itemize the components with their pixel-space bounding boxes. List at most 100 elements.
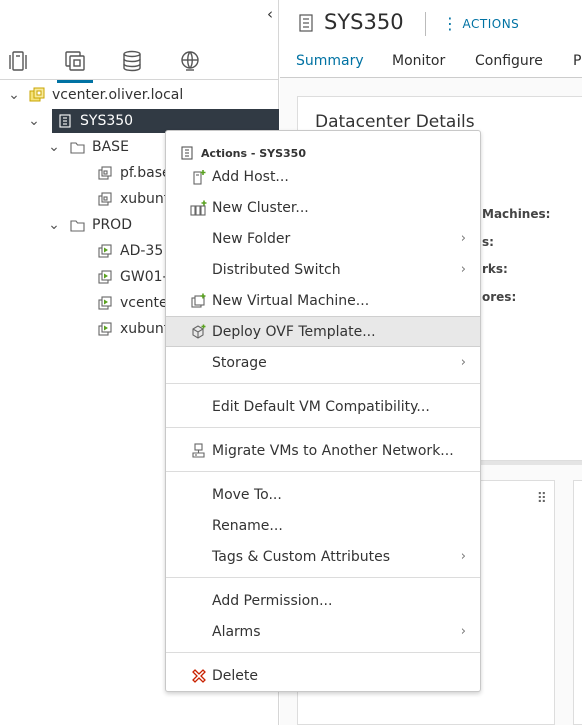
menu-item-label: Delete: [212, 667, 258, 684]
tree-toggle-datacenter[interactable]: ⌄: [28, 109, 48, 133]
actions-label: ACTIONS: [462, 17, 520, 31]
tree-label: SYS350: [80, 113, 134, 129]
menu-item-new-folder[interactable]: New Folder ›: [166, 223, 480, 254]
networking-tab[interactable]: [175, 46, 205, 76]
tree-label: BASE: [92, 139, 129, 155]
menu-item-label: New Cluster...: [212, 199, 309, 216]
hosts-clusters-icon: [9, 51, 27, 71]
tab-permissions[interactable]: P: [573, 53, 581, 69]
vms-templates-tab[interactable]: [57, 46, 93, 83]
menu-item-migrate-vms[interactable]: Migrate VMs to Another Network...: [166, 435, 480, 466]
menu-item-label: Rename...: [212, 517, 283, 534]
collapse-navigator-button[interactable]: ‹: [262, 4, 278, 24]
menu-item-add-host[interactable]: Add Host...: [166, 161, 480, 192]
tree-label: vcente: [120, 295, 168, 311]
page-title: SYS350: [324, 10, 404, 34]
widget-card-partial: [573, 480, 582, 725]
card-title: Datacenter Details: [315, 112, 475, 132]
chevron-down-icon[interactable]: ⌄: [8, 87, 20, 103]
menu-item-add-permission[interactable]: Add Permission...: [166, 585, 480, 616]
hosts-clusters-tab[interactable]: [3, 46, 33, 76]
tab-monitor[interactable]: Monitor: [392, 53, 445, 69]
vertical-dots-icon: ⋮: [442, 14, 459, 33]
new-cluster-icon: [190, 199, 208, 217]
delete-icon: [190, 667, 208, 685]
menu-item-tags-custom-attributes[interactable]: Tags & Custom Attributes ›: [166, 541, 480, 572]
tree-label: PROD: [92, 217, 132, 233]
object-header: SYS350 ⋮ ACTIONS: [280, 0, 582, 46]
navigator-tabs: [0, 40, 279, 83]
menu-item-label: Tags & Custom Attributes: [212, 548, 391, 565]
detail-label-hosts: s:: [482, 235, 494, 249]
chevron-right-icon: ›: [460, 624, 466, 639]
tree-node-vm[interactable]: xubunt: [96, 317, 169, 341]
chevron-right-icon: ›: [460, 262, 466, 277]
storage-icon: [123, 50, 141, 72]
title-divider: [425, 12, 426, 36]
vm-template-icon: [96, 190, 114, 208]
tree-node-vm[interactable]: AD-35: [96, 239, 163, 263]
menu-item-edit-vm-compatibility[interactable]: Edit Default VM Compatibility...: [166, 391, 480, 422]
vms-templates-icon: [65, 51, 85, 71]
migrate-network-icon: [190, 442, 208, 460]
tree-node-vm[interactable]: GW01-: [96, 265, 168, 289]
menu-separator: [166, 577, 480, 578]
chevron-right-icon: ›: [460, 549, 466, 564]
menu-separator: [166, 471, 480, 472]
chevron-down-icon[interactable]: ⌄: [48, 139, 60, 155]
vcenter-icon: [28, 86, 46, 104]
tree-node-vm[interactable]: vcente: [96, 291, 168, 315]
vm-powered-on-icon: [96, 242, 114, 260]
vm-template-icon: [96, 164, 114, 182]
drag-handle-icon[interactable]: ⠿: [537, 491, 547, 507]
menu-item-rename[interactable]: Rename...: [166, 510, 480, 541]
menu-item-label: Add Host...: [212, 168, 289, 185]
menu-item-new-cluster[interactable]: New Cluster...: [166, 192, 480, 223]
tab-summary[interactable]: Summary: [295, 53, 365, 80]
tree-label: AD-35: [120, 243, 164, 259]
tree-node-vcenter[interactable]: ⌄ vcenter.oliver.local: [8, 83, 183, 107]
chevron-down-icon[interactable]: ⌄: [28, 113, 40, 129]
menu-item-delete[interactable]: Delete: [166, 660, 480, 691]
datacenter-icon: [181, 146, 193, 160]
datacenter-icon: [56, 112, 74, 130]
vm-powered-on-icon: [96, 294, 114, 312]
folder-icon: [68, 216, 86, 234]
datacenter-icon: [297, 14, 315, 32]
tree-node-folder-base[interactable]: ⌄ BASE: [48, 135, 129, 159]
menu-item-storage[interactable]: Storage ›: [166, 347, 480, 378]
menu-item-move-to[interactable]: Move To...: [166, 479, 480, 510]
tab-configure[interactable]: Configure: [475, 53, 543, 69]
menu-item-label: Distributed Switch: [212, 261, 341, 278]
deploy-ovf-icon: [190, 323, 208, 341]
menu-item-alarms[interactable]: Alarms ›: [166, 616, 480, 647]
menu-item-label: Move To...: [212, 486, 282, 503]
tree-node-vm[interactable]: xubunt: [96, 187, 169, 211]
object-tabs: Summary Monitor Configure P: [280, 46, 582, 80]
networking-icon: [181, 51, 199, 71]
menu-item-label: Deploy OVF Template...: [212, 323, 376, 340]
context-menu-header: Actions - SYS350: [180, 145, 306, 161]
tree-label: vcenter.oliver.local: [52, 87, 184, 103]
tree-label: pf.base: [120, 165, 171, 181]
menu-item-new-vm[interactable]: New Virtual Machine...: [166, 285, 480, 316]
new-vm-icon: [190, 292, 208, 310]
storage-tab[interactable]: [117, 46, 147, 76]
context-menu-title: Actions - SYS350: [201, 146, 306, 160]
detail-label-vms: Machines:: [482, 207, 551, 221]
menu-item-deploy-ovf[interactable]: Deploy OVF Template...: [166, 316, 480, 347]
menu-item-distributed-switch[interactable]: Distributed Switch ›: [166, 254, 480, 285]
folder-icon: [68, 138, 86, 156]
menu-separator: [166, 652, 480, 653]
vm-powered-on-icon: [96, 320, 114, 338]
tree-node-vm[interactable]: pf.base: [96, 161, 171, 185]
chevron-right-icon: ›: [460, 355, 466, 370]
add-host-icon: [190, 168, 208, 186]
actions-button[interactable]: ⋮ ACTIONS: [442, 14, 520, 33]
menu-item-label: Storage: [212, 354, 267, 371]
chevron-down-icon[interactable]: ⌄: [48, 217, 60, 233]
menu-item-label: Migrate VMs to Another Network...: [212, 442, 454, 459]
menu-item-label: Add Permission...: [212, 592, 333, 609]
tree-label: xubunt: [120, 321, 170, 337]
tree-node-folder-prod[interactable]: ⌄ PROD: [48, 213, 132, 237]
